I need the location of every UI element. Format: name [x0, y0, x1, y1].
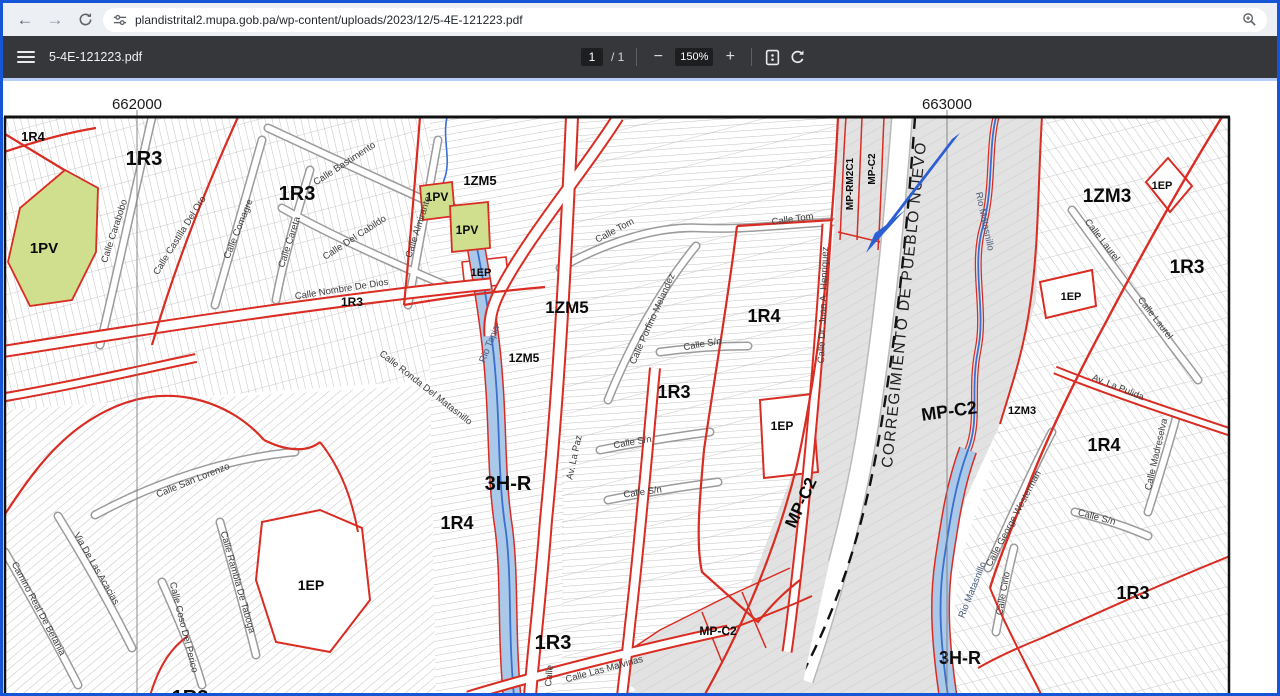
zoom-level-input[interactable]: 150% — [675, 48, 713, 66]
zone-label: 1ZM5 — [545, 298, 588, 317]
browser-toolbar: ← → plandistrital2.mupa.gob.pa/wp-conten… — [3, 3, 1277, 36]
zone-label: 1R3 — [1170, 257, 1205, 278]
reload-icon — [78, 12, 93, 27]
zone-label: 1ZM3 — [1008, 405, 1036, 417]
page-total-label: / 1 — [611, 50, 624, 64]
zone-label: 1EP — [471, 267, 492, 279]
url-text[interactable]: plandistrital2.mupa.gob.pa/wp-content/up… — [135, 13, 523, 27]
browser-window: ← → plandistrital2.mupa.gob.pa/wp-conten… — [0, 0, 1280, 696]
map-content: 1R4 1R3 1R3 1PV 1R3 1ZM5 1PV 1PV 1EP 1ZM… — [3, 117, 1230, 693]
site-info-icon[interactable] — [113, 13, 127, 27]
zone-label: 1R4 — [440, 513, 473, 533]
toolbar-divider — [751, 48, 752, 66]
zone-label: 1R3 — [341, 295, 363, 309]
zone-label: 1PV — [30, 240, 58, 257]
zone-label: 1PV — [456, 223, 479, 237]
reload-button[interactable] — [73, 8, 97, 32]
zone-label: 3H-R — [485, 473, 532, 495]
address-bar[interactable]: plandistrital2.mupa.gob.pa/wp-content/up… — [103, 8, 1267, 32]
zone-label: 1ZM5 — [463, 173, 496, 188]
zone-label: 1R3 — [172, 687, 209, 693]
zone-label: 1ZM5 — [509, 351, 540, 365]
back-button[interactable]: ← — [13, 8, 37, 32]
pdf-menu-icon[interactable] — [17, 51, 35, 63]
page-number-input[interactable]: 1 — [581, 48, 603, 66]
pdf-page-viewport: 1R4 1R3 1R3 1PV 1R3 1ZM5 1PV 1PV 1EP 1ZM… — [3, 81, 1277, 693]
zoning-map-canvas[interactable]: 1R4 1R3 1R3 1PV 1R3 1ZM5 1PV 1PV 1EP 1ZM… — [3, 81, 1277, 693]
rotate-button[interactable] — [789, 49, 806, 66]
zone-label: 1EP — [298, 577, 324, 593]
zone-label: 1EP — [1061, 291, 1082, 303]
zone-label: MP-C2 — [699, 624, 737, 638]
zoom-in-button[interactable]: + — [721, 48, 739, 66]
zone-label: 1R4 — [21, 129, 46, 144]
zone-label: 1R3 — [126, 148, 163, 170]
zone-label: MP-RM2C1 — [845, 157, 856, 210]
zone-label: 1R4 — [1087, 435, 1120, 455]
pdf-filename: 5-4E-121223.pdf — [49, 50, 142, 64]
zoom-out-button[interactable]: − — [649, 48, 667, 66]
zone-label: 3H-R — [939, 648, 981, 668]
zone-label: 1R3 — [657, 382, 690, 402]
street-label: Calle — [543, 665, 556, 688]
zoom-magnifier-icon[interactable] — [1242, 12, 1257, 27]
zone-label: 1EP — [771, 419, 794, 433]
utm-coordinate-label: 663000 — [922, 96, 972, 113]
zone-label: 1R4 — [747, 306, 780, 326]
toolbar-divider — [636, 48, 637, 66]
pdf-toolbar: 5-4E-121223.pdf 1 / 1 − 150% + — [3, 36, 1277, 78]
fit-to-page-button[interactable] — [764, 49, 781, 66]
zone-label: 1R3 — [1116, 583, 1149, 603]
pdf-controls: 1 / 1 − 150% + — [581, 36, 806, 78]
zone-label: MP-C2 — [867, 153, 878, 185]
forward-button[interactable]: → — [43, 8, 67, 32]
zone-label: 1R3 — [279, 183, 316, 205]
utm-coordinate-label: 662000 — [112, 96, 162, 113]
zone-label: 1ZM8 — [892, 690, 928, 693]
zone-label: 1R3 — [535, 632, 572, 654]
zone-label: 1EP — [1152, 180, 1173, 192]
zone-label: 1ZM3 — [1083, 186, 1132, 207]
